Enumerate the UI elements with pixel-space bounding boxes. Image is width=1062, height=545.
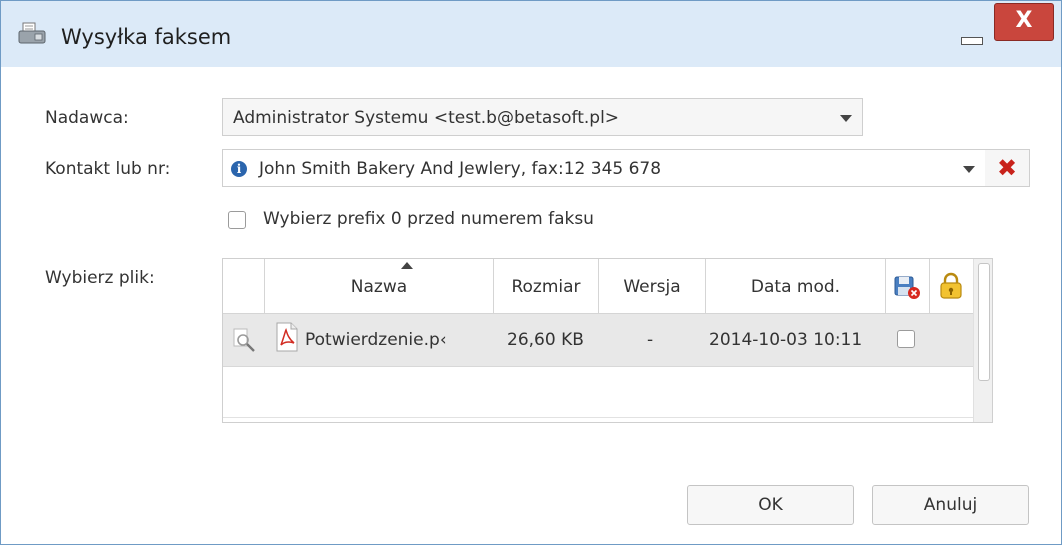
preview-icon[interactable] <box>233 328 257 354</box>
cancel-button[interactable]: Anuluj <box>872 485 1029 525</box>
contact-label: Kontakt lub nr: <box>45 159 171 179</box>
header-preview-column <box>223 259 265 313</box>
file-name[interactable]: Potwierdzenie.p‹ <box>305 314 473 366</box>
contact-value: John Smith Bakery And Jewlery, fax:12 34… <box>259 159 662 179</box>
sender-label: Nadawca: <box>45 108 129 128</box>
grid-header: Nazwa Rozmiar Wersja Data mod. <box>223 259 973 314</box>
file-size: 26,60 KB <box>507 330 584 350</box>
contact-combobox[interactable]: i John Smith Bakery And Jewlery, fax:12 … <box>222 149 986 187</box>
pdf-file-icon <box>276 322 298 352</box>
header-date[interactable]: Data mod. <box>706 259 886 313</box>
header-name[interactable]: Nazwa <box>265 259 494 313</box>
close-icon: X <box>1015 8 1033 33</box>
file-date: 2014-10-03 10:11 <box>709 330 863 350</box>
file-grid: Nazwa Rozmiar Wersja Data mod. Potwierdz… <box>222 258 993 423</box>
chevron-down-icon[interactable] <box>963 166 975 173</box>
empty-row-divider <box>223 417 973 418</box>
header-version[interactable]: Wersja <box>599 259 706 313</box>
remove-icon: ✖ <box>996 154 1018 182</box>
clear-contact-button[interactable]: ✖ <box>985 149 1030 187</box>
sender-value: Administrator Systemu <test.b@betasoft.p… <box>233 108 620 128</box>
table-row[interactable]: Potwierdzenie.p‹ 26,60 KB - 2014-10-03 1… <box>223 314 973 367</box>
sender-select[interactable]: Administrator Systemu <test.b@betasoft.p… <box>222 98 863 136</box>
fax-remove-icon <box>894 276 920 299</box>
header-lock-column[interactable] <box>930 259 973 313</box>
ok-button[interactable]: OK <box>687 485 854 525</box>
minimize-button[interactable] <box>951 11 991 47</box>
close-button[interactable]: X <box>994 3 1054 41</box>
title-bar[interactable]: Wysyłka faksem X <box>1 1 1061 67</box>
row-select-checkbox[interactable] <box>897 330 915 348</box>
file-version: - <box>647 330 654 350</box>
file-picker-label: Wybierz plik: <box>45 268 155 288</box>
fax-icon <box>18 22 46 44</box>
grid-scrollbar[interactable] <box>973 259 992 422</box>
lock-icon <box>940 272 962 299</box>
scrollbar-thumb[interactable] <box>978 263 990 381</box>
minimize-icon <box>961 37 983 45</box>
prefix-checkbox[interactable] <box>228 211 246 229</box>
prefix-checkbox-label[interactable]: Wybierz prefix 0 przed numerem faksu <box>263 209 594 229</box>
fax-dialog: Wysyłka faksem X Nadawca: Administrator … <box>0 0 1062 545</box>
sort-ascending-icon <box>401 262 413 269</box>
header-remove-fax-column[interactable] <box>886 259 930 313</box>
info-icon: i <box>231 161 247 177</box>
chevron-down-icon[interactable] <box>840 115 852 122</box>
dialog-title: Wysyłka faksem <box>61 25 232 49</box>
header-size[interactable]: Rozmiar <box>494 259 599 313</box>
